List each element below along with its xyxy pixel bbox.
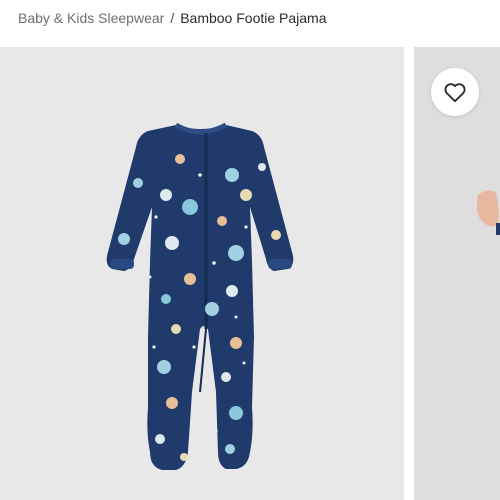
breadcrumb-current-page: Bamboo Footie Pajama [180, 10, 327, 26]
heart-outline-icon [444, 83, 466, 103]
breadcrumb: Baby & Kids Sleepwear / Bamboo Footie Pa… [18, 8, 327, 28]
breadcrumb-separator: / [170, 10, 175, 26]
product-image-gallery[interactable] [0, 47, 500, 500]
product-image-footie-pajama [106, 122, 294, 479]
breadcrumb-link-sleepwear[interactable]: Baby & Kids Sleepwear [18, 10, 164, 26]
gallery-slide-main[interactable] [0, 47, 404, 500]
add-to-wishlist-button[interactable] [431, 68, 479, 116]
